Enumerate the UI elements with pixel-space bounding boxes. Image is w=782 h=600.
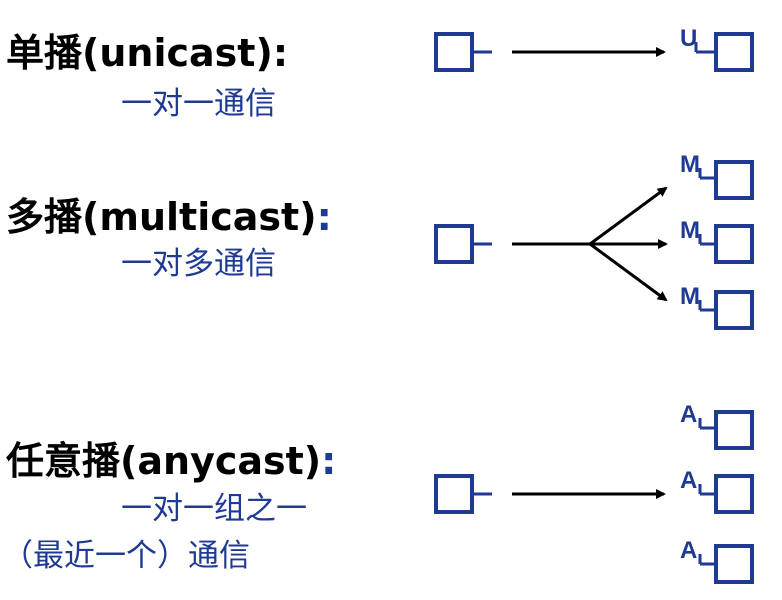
unicast-source-host [434, 32, 492, 72]
multicast-arrow-up [589, 186, 668, 246]
anycast-dest-label-3: A [680, 537, 697, 564]
unicast-dest-host [694, 32, 754, 72]
multicast-dest-label-2: M [680, 217, 700, 244]
anycast-dest-label-1: A [680, 401, 697, 428]
multicast-dest-label-1: M [680, 151, 700, 178]
multicast-dest-host [698, 160, 754, 200]
multicast-dest-host [698, 224, 754, 264]
anycast-source-host [434, 474, 492, 514]
anycast-diagram: A A A [434, 401, 754, 584]
anycast-dest-label-2: A [680, 467, 697, 494]
unicast-diagram: U [434, 25, 754, 72]
multicast-diagram: M M M [434, 151, 754, 330]
multicast-dest-host [698, 290, 754, 330]
anycast-dest-host [698, 544, 754, 584]
multicast-source-host [434, 224, 492, 264]
anycast-dest-host [698, 410, 754, 450]
cast-diagram: U M M M A A A [434, 25, 754, 584]
anycast-dest-host [698, 474, 754, 514]
multicast-dest-label-3: M [680, 283, 700, 310]
unicast-dest-label: U [680, 25, 697, 52]
multicast-arrow-down [589, 242, 668, 302]
